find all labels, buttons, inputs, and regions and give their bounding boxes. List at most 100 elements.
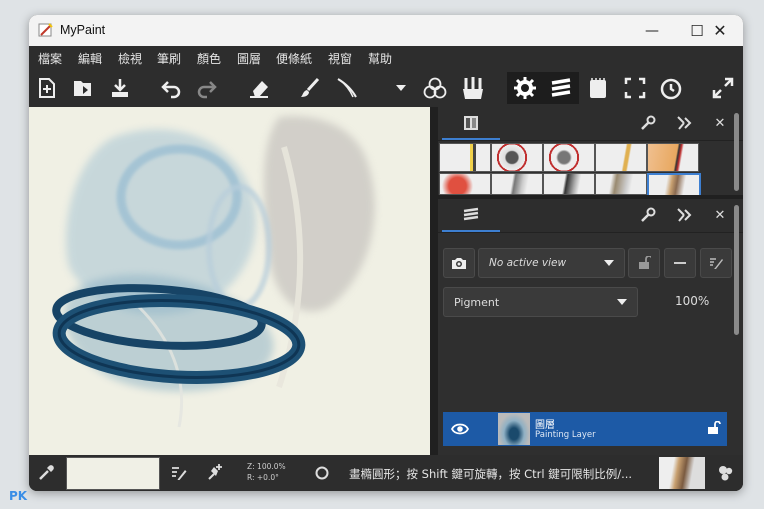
eraser-button[interactable] [243, 72, 275, 104]
minus-icon [674, 262, 686, 264]
menu-file[interactable]: 檔案 [38, 50, 62, 67]
view-select-value: No active view [489, 257, 567, 269]
layer-row-selected[interactable]: 圖層 Painting Layer [443, 412, 727, 446]
layers-panel-settings-button[interactable] [639, 206, 657, 224]
undo-icon [161, 81, 181, 99]
fullscreen-button[interactable] [619, 72, 651, 104]
open-file-button[interactable] [67, 72, 99, 104]
edit-view-button[interactable] [700, 248, 732, 278]
menu-layer[interactable]: 圖層 [237, 50, 261, 67]
new-file-button[interactable] [31, 72, 63, 104]
brush-panel-scrollbar[interactable] [734, 113, 739, 191]
unlock-view-button[interactable] [628, 248, 660, 278]
open-file-icon [74, 81, 91, 96]
brush-set-button[interactable] [457, 72, 489, 104]
zoom-readout: Z: 100.0% [247, 462, 286, 471]
mypaint-window: MyPaint — ☐ ✕ 檔案 編輯 檢視 筆刷 顏色 圖層 便條紙 視窗 幫… [29, 15, 743, 491]
layers-panel: ✕ No active view Pigment 100% 圖層 Paintin… [438, 195, 743, 459]
calligraphy-button[interactable] [331, 72, 363, 104]
save-button[interactable] [104, 72, 136, 104]
layer-name: 圖層 [535, 420, 555, 431]
watermark: PK [9, 489, 28, 503]
color-picker-button[interactable] [419, 72, 451, 104]
menu-color[interactable]: 顏色 [197, 50, 221, 67]
mypaint-logo-icon [38, 23, 53, 37]
history-button[interactable] [655, 72, 687, 104]
brush-item[interactable] [439, 143, 491, 172]
preferences-button[interactable] [507, 72, 543, 104]
expand-icon [712, 77, 734, 99]
scratchpad-button[interactable] [582, 72, 614, 104]
layers-panel-scrollbar[interactable] [734, 205, 739, 335]
edit-note-button[interactable] [170, 464, 188, 486]
brush-item[interactable] [543, 173, 595, 195]
brush-panel-header: ✕ [438, 107, 743, 141]
brush-panel-detach-button[interactable] [675, 114, 693, 132]
snapshot-view-button[interactable] [443, 248, 475, 278]
close-icon: ✕ [714, 115, 726, 131]
ellipse-tool-indicator [314, 465, 330, 485]
paint-brush-button[interactable] [294, 72, 326, 104]
pin-add-icon [208, 464, 222, 480]
brush-panel-settings-button[interactable] [639, 114, 657, 132]
chevron-down-icon [617, 299, 627, 305]
brush-item[interactable] [595, 173, 647, 195]
current-color-swatch[interactable] [66, 457, 160, 490]
brush-item[interactable] [439, 173, 491, 195]
layer-thumbnail [498, 413, 530, 445]
current-brush-preview[interactable] [659, 457, 705, 489]
brush-panel-close-button[interactable]: ✕ [711, 114, 729, 132]
expand-view-button[interactable] [707, 72, 739, 104]
close-window-button[interactable]: ✕ [697, 15, 743, 46]
layers-panel-close-button[interactable]: ✕ [711, 206, 729, 224]
brush-item[interactable] [543, 143, 595, 172]
tab-brushes[interactable] [442, 107, 500, 140]
layers-panel-button[interactable] [543, 72, 579, 104]
remove-view-button[interactable] [664, 248, 696, 278]
menu-help[interactable]: 幫助 [368, 50, 392, 67]
redo-button[interactable] [191, 72, 223, 104]
history-icon [660, 78, 682, 100]
brush-item[interactable] [491, 143, 543, 172]
brush-item[interactable] [595, 143, 647, 172]
color-picker-tool[interactable] [37, 464, 55, 482]
dropdown-icon [396, 85, 406, 91]
layer-opacity-value[interactable]: 100% [675, 294, 709, 308]
view-select[interactable]: No active view [478, 248, 625, 278]
minimize-button[interactable]: — [629, 15, 675, 46]
ellipse-icon [315, 466, 329, 480]
menu-scratchpad[interactable]: 便條紙 [276, 50, 312, 67]
layers-panel-detach-button[interactable] [675, 206, 693, 224]
brush-dropdown-button[interactable] [385, 72, 417, 104]
brush-item[interactable] [647, 143, 699, 172]
menu-edit[interactable]: 編輯 [78, 50, 102, 67]
color-palette-button[interactable] [717, 464, 735, 486]
wrench-icon [641, 207, 656, 222]
calligraphy-icon [337, 78, 357, 98]
edit-icon [710, 258, 723, 269]
add-symmetry-button[interactable] [206, 463, 224, 485]
close-icon: ✕ [714, 207, 726, 223]
layers-panel-header: ✕ [438, 199, 743, 233]
menu-brush[interactable]: 筆刷 [157, 50, 181, 67]
blend-mode-select[interactable]: Pigment [443, 287, 638, 317]
menu-window[interactable]: 視窗 [328, 50, 352, 67]
eye-icon[interactable] [451, 422, 469, 436]
camera-icon [452, 258, 466, 269]
menu-view[interactable]: 檢視 [118, 50, 142, 67]
status-bar: Z: 100.0% R: +0.0° 畫橢圓形；按 Shift 鍵可旋轉，按 C… [29, 455, 743, 491]
eyedropper-icon [39, 465, 54, 480]
rotation-readout: R: +0.0° [247, 473, 279, 482]
unlock-icon[interactable] [707, 421, 721, 435]
panel-divider[interactable] [430, 107, 438, 455]
minimize-icon: — [645, 22, 659, 39]
drawing-canvas[interactable] [29, 107, 430, 455]
palette-icon [719, 466, 733, 481]
layers-icon [551, 78, 571, 97]
tab-layers[interactable] [442, 199, 500, 232]
brush-item[interactable] [491, 173, 543, 195]
new-file-icon [39, 78, 55, 98]
undo-button[interactable] [155, 72, 187, 104]
brush-item-selected[interactable] [647, 173, 701, 197]
blend-mode-value: Pigment [454, 295, 500, 309]
